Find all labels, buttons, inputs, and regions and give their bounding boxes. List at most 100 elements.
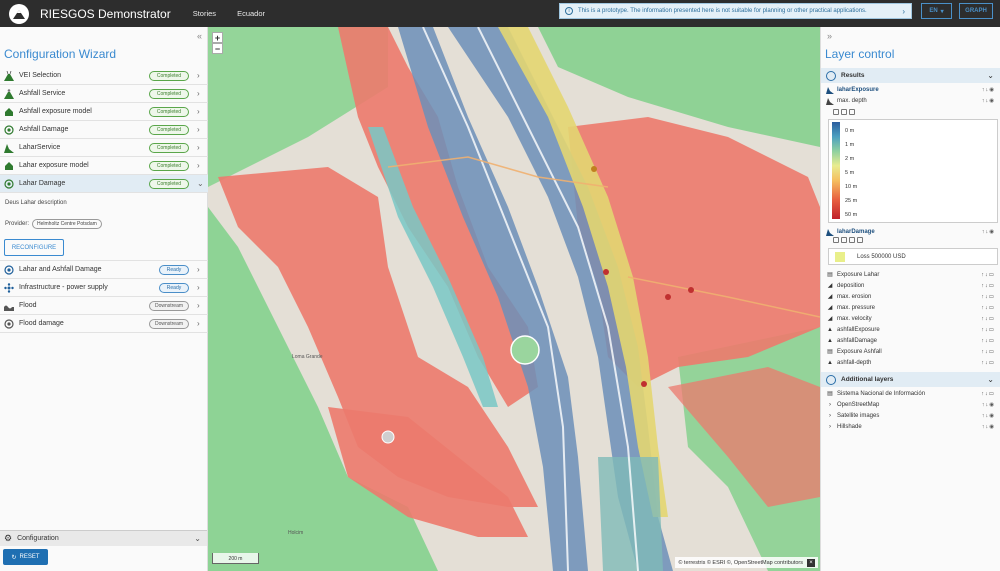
step-description: Deus Lahar description	[5, 200, 67, 206]
layer-actions[interactable]: ↑↓▭	[981, 360, 995, 366]
layer-row[interactable]: ◢ max. erosion ↑↓▭	[821, 291, 1000, 302]
layer-actions[interactable]: ↑↓▭	[981, 283, 995, 289]
chevron-right-icon: ›	[902, 6, 905, 16]
scale-bar: 200 m	[212, 553, 259, 564]
layer-row[interactable]: ▲ ashfallExposure ↑↓▭	[821, 324, 1000, 335]
configuration-bar[interactable]: ⚙ Configuration ⌄	[0, 530, 207, 546]
layer-actions[interactable]: ↑↓▭	[981, 349, 995, 355]
wizard-step-active[interactable]: Lahar Damage Completed ⌄	[0, 175, 208, 193]
prototype-banner[interactable]: i This is a prototype. The information p…	[559, 3, 912, 19]
wizard-step[interactable]: Ashfall exposure model Completed ›	[0, 103, 208, 121]
chevron-right-icon: ›	[197, 125, 200, 134]
info-icon: i	[565, 7, 573, 15]
layer-row[interactable]: laharExposure ↑↓◉	[821, 84, 1000, 95]
network-icon	[4, 282, 14, 293]
layer-actions[interactable]: ↑↓▭	[981, 338, 995, 344]
layer-row[interactable]: › OpenStreetMap ↑↓◉	[821, 399, 1000, 410]
layer-actions[interactable]: ↑↓◉	[982, 424, 995, 430]
reset-button[interactable]: ↻ RESET	[3, 549, 48, 565]
status-badge: Completed	[149, 70, 189, 81]
wizard-step[interactable]: Infrastructure - power supply Ready ›	[0, 279, 208, 297]
attribution-text: © terrestris © ESRI ©, OpenStreetMap con…	[678, 559, 803, 566]
layer-row[interactable]: ▤ Exposure Ashfall ↑↓▭	[821, 346, 1000, 357]
wizard-step[interactable]: Lahar and Ashfall Damage Ready ›	[0, 261, 208, 279]
graph-button[interactable]: GRAPH	[959, 3, 993, 19]
layer-actions[interactable]: ↑↓▭	[981, 316, 995, 322]
wizard-step[interactable]: Ashfall Service Completed ›	[0, 85, 208, 103]
nav-ecuador[interactable]: Ecuador	[237, 9, 265, 18]
wizard-step[interactable]: VEI Selection Completed ›	[0, 67, 208, 85]
language-button[interactable]: EN ▾	[921, 3, 952, 19]
layer-actions[interactable]: ↑↓◉	[982, 413, 995, 419]
layer-actions[interactable]: ↑↓▭	[981, 391, 995, 397]
settings-icon[interactable]	[833, 237, 839, 243]
layer-row[interactable]: › Hillshade ↑↓◉	[821, 421, 1000, 432]
layer-row[interactable]: laharDamage ↑↓◉	[821, 226, 1000, 237]
layer-tools[interactable]	[833, 237, 863, 243]
lahar-icon	[826, 97, 834, 105]
download-icon[interactable]	[849, 109, 855, 115]
step-label: Lahar and Ashfall Damage	[19, 266, 102, 273]
configuration-label: Configuration	[17, 535, 59, 542]
lahar-icon	[826, 228, 834, 236]
wizard-step[interactable]: Ashfall Damage Completed ›	[0, 121, 208, 139]
info-icon[interactable]	[849, 237, 855, 243]
results-label: Results	[841, 72, 865, 79]
volcano-icon: ▲	[827, 359, 833, 366]
layer-name: Exposure Lahar	[837, 271, 880, 278]
collapse-left-icon[interactable]: «	[197, 31, 202, 41]
wizard-step[interactable]: LaharService Completed ›	[0, 139, 208, 157]
layer-tools[interactable]	[833, 109, 855, 115]
reconfigure-button[interactable]: RECONFIGURE	[4, 239, 64, 256]
zoom-out-button[interactable]: −	[212, 43, 223, 54]
layer-actions[interactable]: ↑↓▭	[981, 327, 995, 333]
layer-actions[interactable]: ↑↓◉	[982, 402, 995, 408]
chevron-right-icon: ›	[829, 412, 831, 419]
layers-icon[interactable]	[841, 237, 847, 243]
layer-row[interactable]: ◢ max. pressure ↑↓▭	[821, 302, 1000, 313]
settings-icon[interactable]	[833, 109, 839, 115]
layer-row[interactable]: max. depth ↑↓◉	[821, 95, 1000, 106]
map-view[interactable]: + − Loma Grande Holcim 200 m © terrestri…	[208, 27, 820, 571]
step-label: Infrastructure - power supply	[19, 284, 108, 291]
layer-actions[interactable]: ↑↓◉	[982, 229, 995, 235]
wave-icon	[4, 301, 14, 311]
layer-row[interactable]: ◢ deposition ↑↓▭	[821, 280, 1000, 291]
nav-stories[interactable]: Stories	[193, 9, 216, 18]
layer-name: laharExposure	[837, 86, 879, 93]
chevron-right-icon: ›	[197, 265, 200, 274]
zoom-in-button[interactable]: +	[212, 32, 223, 43]
volcano-icon: ▲	[827, 337, 833, 344]
layer-name: Sistema Nacional de Información	[837, 390, 926, 397]
layer-row[interactable]: ◢ max. velocity ↑↓▭	[821, 313, 1000, 324]
collapse-right-icon[interactable]: »	[827, 31, 832, 41]
map-canvas[interactable]	[208, 27, 820, 571]
layer-row[interactable]: ▤ Exposure Lahar ↑↓▭	[821, 269, 1000, 280]
language-label: EN	[929, 8, 938, 14]
wizard-step[interactable]: Lahar exposure model Completed ›	[0, 157, 208, 175]
layer-actions[interactable]: ↑↓◉	[982, 98, 995, 104]
layer-name: max. velocity	[837, 315, 872, 322]
layer-row[interactable]: ▤ Sistema Nacional de Información ↑↓▭	[821, 388, 1000, 399]
layer-row[interactable]: ▲ ashfall-depth ↑↓▭	[821, 357, 1000, 368]
chevron-down-icon: ⌄	[987, 375, 994, 384]
close-icon[interactable]: ×	[807, 558, 815, 567]
chevron-right-icon: ›	[197, 301, 200, 310]
layer-actions[interactable]: ↑↓◉	[982, 87, 995, 93]
layer-actions[interactable]: ↑↓▭	[981, 272, 995, 278]
layer-actions[interactable]: ↑↓▭	[981, 305, 995, 311]
layer-row[interactable]: › Satellite images ↑↓◉	[821, 410, 1000, 421]
step-label: LaharService	[19, 144, 61, 151]
layer-row[interactable]: ▲ ashfallDamage ↑↓▭	[821, 335, 1000, 346]
layer-actions[interactable]: ↑↓▭	[981, 294, 995, 300]
chevron-right-icon: ›	[197, 283, 200, 292]
download-icon[interactable]	[857, 237, 863, 243]
wizard-step[interactable]: Flood damage Downstream ›	[0, 315, 208, 333]
house-icon	[4, 107, 14, 117]
table-icon: ▤	[827, 272, 833, 278]
layers-icon[interactable]	[841, 109, 847, 115]
step-label: Lahar exposure model	[19, 162, 89, 169]
wizard-step[interactable]: Flood Downstream ›	[0, 297, 208, 315]
additional-layers-section[interactable]: Additional layers ⌄	[821, 372, 1000, 387]
results-section[interactable]: Results ⌄	[821, 68, 1000, 83]
